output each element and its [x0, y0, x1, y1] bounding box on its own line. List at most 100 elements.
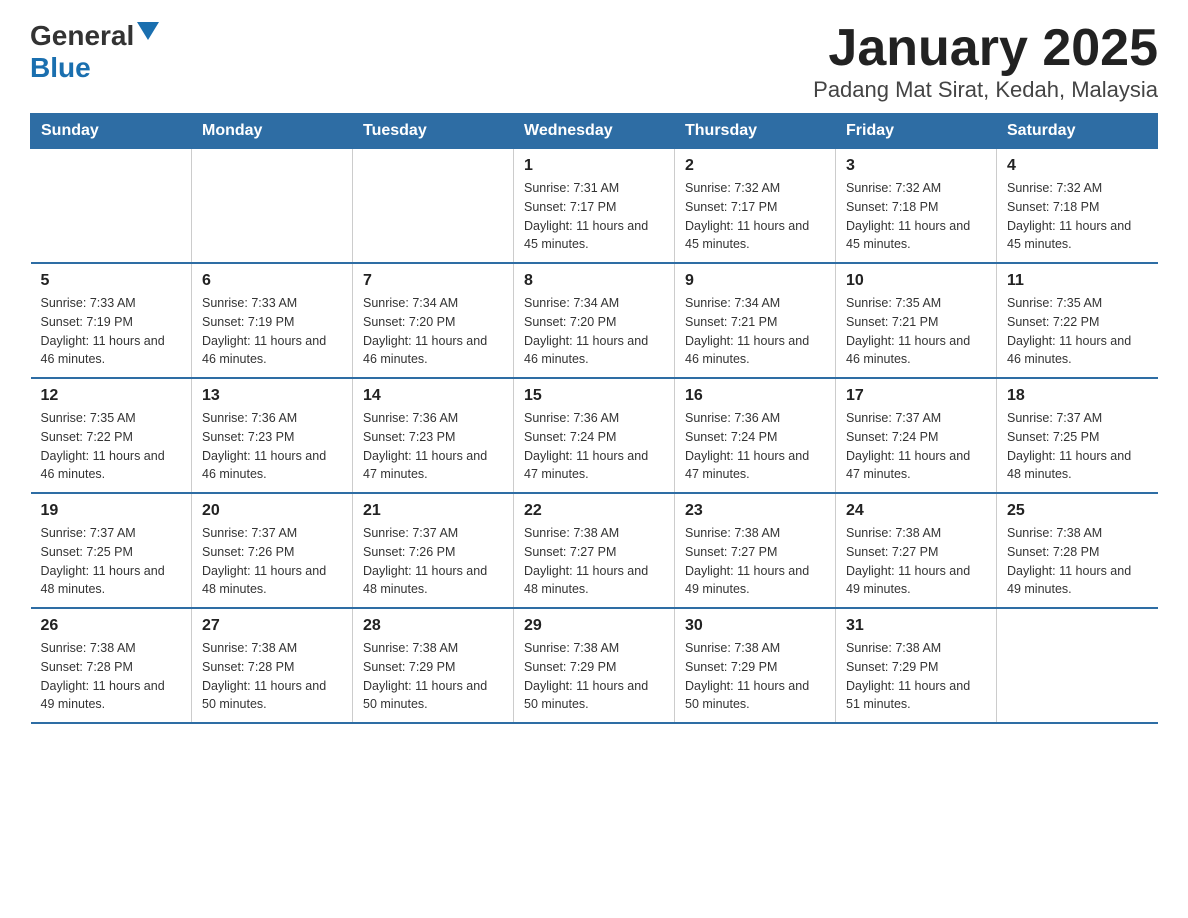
header-day-sunday: Sunday [31, 114, 192, 149]
day-cell: 6Sunrise: 7:33 AM Sunset: 7:19 PM Daylig… [192, 263, 353, 378]
day-cell: 27 Sunrise: 7:38 AM Sunset: 7:28 PM Dayli… [192, 608, 353, 723]
calendar-subtitle: Padang Mat Sirat, Kedah, Malaysia [813, 77, 1158, 103]
day-cell: 26 Sunrise: 7:38 AM Sunset: 7:28 PM Dayli… [31, 608, 192, 723]
day-number: 18 [1007, 387, 1148, 405]
day-number: 27 [202, 617, 342, 635]
day-info: Sunrise: 7:38 AM Sunset: 7:28 PM Dayligh… [41, 639, 182, 714]
day-cell: 23 Sunrise: 7:38 AM Sunset: 7:27 PM Dayli… [675, 493, 836, 608]
day-number: 8 [524, 272, 664, 290]
day-number: 28 [363, 617, 503, 635]
day-cell: 31Sunrise: 7:38 AM Sunset: 7:29 PM Dayli… [836, 608, 997, 723]
calendar-header: SundayMondayTuesdayWednesdayThursdayFrid… [31, 114, 1158, 149]
day-cell [353, 149, 514, 264]
day-info: Sunrise: 7:35 AM Sunset: 7:22 PM Dayligh… [1007, 294, 1148, 369]
day-info: Sunrise: 7:35 AM Sunset: 7:22 PM Dayligh… [41, 409, 182, 484]
day-info: Sunrise: 7:38 AM Sunset: 7:29 PM Dayligh… [363, 639, 503, 714]
calendar-body: 1 Sunrise: 7:31 AM Sunset: 7:17 PM Daylig… [31, 149, 1158, 724]
header-day-thursday: Thursday [675, 114, 836, 149]
day-number: 7 [363, 272, 503, 290]
day-info: Sunrise: 7:36 AM Sunset: 7:23 PM Dayligh… [202, 409, 342, 484]
day-cell: 11 Sunrise: 7:35 AM Sunset: 7:22 PM Dayli… [997, 263, 1158, 378]
day-info: Sunrise: 7:32 AM Sunset: 7:18 PM Dayligh… [846, 179, 986, 254]
calendar-table: SundayMondayTuesdayWednesdayThursdayFrid… [30, 113, 1158, 724]
logo-blue: Blue [30, 52, 91, 83]
week-row-4: 19 Sunrise: 7:37 AM Sunset: 7:25 PM Dayli… [31, 493, 1158, 608]
day-cell: 21 Sunrise: 7:37 AM Sunset: 7:26 PM Dayli… [353, 493, 514, 608]
day-number: 29 [524, 617, 664, 635]
day-info: Sunrise: 7:37 AM Sunset: 7:25 PM Dayligh… [1007, 409, 1148, 484]
day-info: Sunrise: 7:35 AM Sunset: 7:21 PM Dayligh… [846, 294, 986, 369]
week-row-3: 12 Sunrise: 7:35 AM Sunset: 7:22 PM Dayli… [31, 378, 1158, 493]
logo: General Blue [30, 20, 159, 84]
header-day-tuesday: Tuesday [353, 114, 514, 149]
day-cell [192, 149, 353, 264]
page-header: General Blue January 2025 Padang Mat Sir… [30, 20, 1158, 103]
day-number: 1 [524, 157, 664, 175]
day-cell: 7 Sunrise: 7:34 AM Sunset: 7:20 PM Daylig… [353, 263, 514, 378]
day-cell: 13 Sunrise: 7:36 AM Sunset: 7:23 PM Dayli… [192, 378, 353, 493]
day-info: Sunrise: 7:38 AM Sunset: 7:29 PM Dayligh… [685, 639, 825, 714]
header-day-wednesday: Wednesday [514, 114, 675, 149]
day-cell: 15 Sunrise: 7:36 AM Sunset: 7:24 PM Dayli… [514, 378, 675, 493]
day-cell: 14 Sunrise: 7:36 AM Sunset: 7:23 PM Dayli… [353, 378, 514, 493]
day-number: 26 [41, 617, 182, 635]
day-info: Sunrise: 7:38 AM Sunset: 7:28 PM Dayligh… [202, 639, 342, 714]
day-number: 11 [1007, 272, 1148, 290]
day-number: 23 [685, 502, 825, 520]
day-number: 13 [202, 387, 342, 405]
day-cell [997, 608, 1158, 723]
day-info: Sunrise: 7:32 AM Sunset: 7:18 PM Dayligh… [1007, 179, 1148, 254]
day-info: Sunrise: 7:32 AM Sunset: 7:17 PM Dayligh… [685, 179, 825, 254]
day-info: Sunrise: 7:38 AM Sunset: 7:29 PM Dayligh… [524, 639, 664, 714]
day-number: 5 [41, 272, 182, 290]
title-block: January 2025 Padang Mat Sirat, Kedah, Ma… [813, 20, 1158, 103]
day-info: Sunrise: 7:38 AM Sunset: 7:27 PM Dayligh… [524, 524, 664, 599]
day-cell: 20 Sunrise: 7:37 AM Sunset: 7:26 PM Dayli… [192, 493, 353, 608]
day-number: 12 [41, 387, 182, 405]
day-number: 16 [685, 387, 825, 405]
day-info: Sunrise: 7:34 AM Sunset: 7:20 PM Dayligh… [363, 294, 503, 369]
logo-general: General [30, 20, 134, 52]
day-info: Sunrise: 7:37 AM Sunset: 7:26 PM Dayligh… [202, 524, 342, 599]
day-cell: 12 Sunrise: 7:35 AM Sunset: 7:22 PM Dayli… [31, 378, 192, 493]
day-cell: 18 Sunrise: 7:37 AM Sunset: 7:25 PM Dayli… [997, 378, 1158, 493]
day-cell: 19 Sunrise: 7:37 AM Sunset: 7:25 PM Dayli… [31, 493, 192, 608]
day-number: 14 [363, 387, 503, 405]
day-cell: 8 Sunrise: 7:34 AM Sunset: 7:20 PM Daylig… [514, 263, 675, 378]
day-info: Sunrise: 7:31 AM Sunset: 7:17 PM Dayligh… [524, 179, 664, 254]
day-info: Sunrise: 7:36 AM Sunset: 7:24 PM Dayligh… [524, 409, 664, 484]
day-cell: 30 Sunrise: 7:38 AM Sunset: 7:29 PM Dayli… [675, 608, 836, 723]
day-cell [31, 149, 192, 264]
day-number: 17 [846, 387, 986, 405]
day-number: 15 [524, 387, 664, 405]
day-number: 9 [685, 272, 825, 290]
day-number: 3 [846, 157, 986, 175]
day-info: Sunrise: 7:36 AM Sunset: 7:23 PM Dayligh… [363, 409, 503, 484]
day-number: 19 [41, 502, 182, 520]
day-number: 2 [685, 157, 825, 175]
day-number: 30 [685, 617, 825, 635]
day-number: 25 [1007, 502, 1148, 520]
day-info: Sunrise: 7:33 AM Sunset: 7:19 PM Dayligh… [41, 294, 182, 369]
day-info: Sunrise: 7:38 AM Sunset: 7:27 PM Dayligh… [685, 524, 825, 599]
day-cell: 24 Sunrise: 7:38 AM Sunset: 7:27 PM Dayli… [836, 493, 997, 608]
day-number: 21 [363, 502, 503, 520]
day-number: 20 [202, 502, 342, 520]
day-cell: 28 Sunrise: 7:38 AM Sunset: 7:29 PM Dayli… [353, 608, 514, 723]
week-row-1: 1 Sunrise: 7:31 AM Sunset: 7:17 PM Daylig… [31, 149, 1158, 264]
day-cell: 17 Sunrise: 7:37 AM Sunset: 7:24 PM Dayli… [836, 378, 997, 493]
day-cell: 5 Sunrise: 7:33 AM Sunset: 7:19 PM Daylig… [31, 263, 192, 378]
week-row-2: 5 Sunrise: 7:33 AM Sunset: 7:19 PM Daylig… [31, 263, 1158, 378]
day-cell: 25Sunrise: 7:38 AM Sunset: 7:28 PM Dayli… [997, 493, 1158, 608]
week-row-5: 26 Sunrise: 7:38 AM Sunset: 7:28 PM Dayli… [31, 608, 1158, 723]
day-cell: 22Sunrise: 7:38 AM Sunset: 7:27 PM Dayli… [514, 493, 675, 608]
day-info: Sunrise: 7:34 AM Sunset: 7:20 PM Dayligh… [524, 294, 664, 369]
day-info: Sunrise: 7:38 AM Sunset: 7:27 PM Dayligh… [846, 524, 986, 599]
logo-triangle-icon [137, 22, 159, 45]
day-info: Sunrise: 7:37 AM Sunset: 7:26 PM Dayligh… [363, 524, 503, 599]
day-cell: 10Sunrise: 7:35 AM Sunset: 7:21 PM Dayli… [836, 263, 997, 378]
day-info: Sunrise: 7:37 AM Sunset: 7:24 PM Dayligh… [846, 409, 986, 484]
day-info: Sunrise: 7:37 AM Sunset: 7:25 PM Dayligh… [41, 524, 182, 599]
day-cell: 16Sunrise: 7:36 AM Sunset: 7:24 PM Dayli… [675, 378, 836, 493]
day-number: 24 [846, 502, 986, 520]
